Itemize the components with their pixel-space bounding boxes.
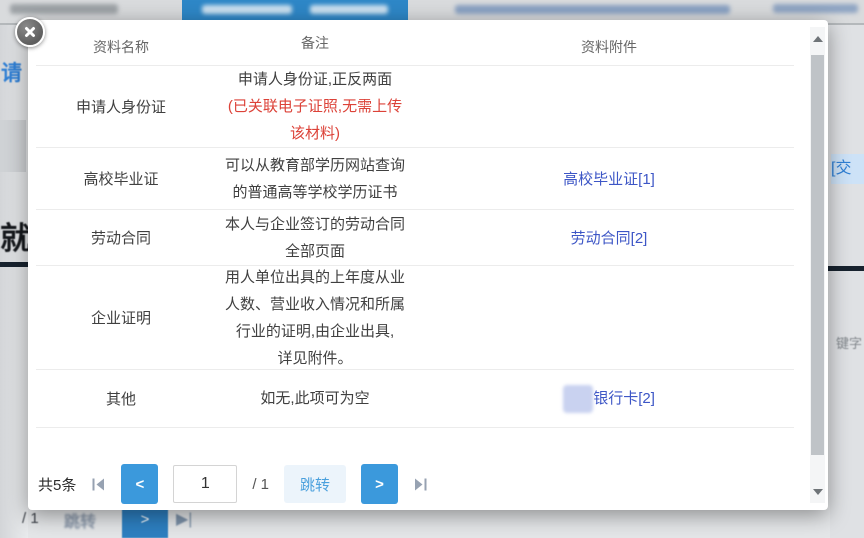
column-header-attachment: 资料附件 (424, 37, 794, 57)
material-remark: 如无,此项可为空 (206, 385, 424, 412)
scrollbar-thumb[interactable] (811, 55, 824, 455)
dialog-scrollbar[interactable] (810, 27, 825, 503)
remark-line: 全部页面 (206, 238, 424, 265)
background-tab-underline (828, 266, 864, 271)
remark-line-red: 该材料) (206, 120, 424, 147)
scroll-up-arrow-icon[interactable] (813, 36, 823, 42)
close-icon[interactable] (15, 17, 45, 47)
total-count-label: 共5条 (38, 474, 76, 495)
jump-button[interactable]: 跳转 (284, 465, 346, 503)
table-row: 其他 如无,此项可为空 银行卡[2] (36, 370, 794, 428)
background-page-fraction: / 1 (22, 510, 39, 527)
material-remark: 本人与企业签订的劳动合同 全部页面 (206, 211, 424, 265)
blurred-text (10, 4, 118, 14)
blurred-text (202, 5, 292, 14)
prev-page-button[interactable]: < (121, 464, 158, 504)
background-clipped-heading: 就 (0, 213, 31, 258)
background-last-page-icon: ▶| (176, 509, 192, 529)
attachment-link[interactable]: 劳动合同[2] (571, 230, 648, 247)
redacted-attachment-thumbnail (563, 385, 593, 413)
column-header-remark: 备注 (206, 30, 424, 57)
table-header-row: 资料名称 备注 资料附件 (36, 20, 794, 66)
material-remark: 可以从教育部学历网站查询 的普通高等学校学历证书 (206, 152, 424, 206)
remark-line: 详见附件。 (206, 345, 424, 372)
table-row: 劳动合同 本人与企业签订的劳动合同 全部页面 劳动合同[2] (36, 210, 794, 266)
material-name: 其他 (36, 388, 206, 409)
material-name: 高校毕业证 (36, 168, 206, 189)
material-remark: 申请人身份证,正反两面 (已关联电子证照,无需上传 该材料) (206, 66, 424, 147)
blurred-text (310, 5, 388, 14)
remark-line: 如无,此项可为空 (206, 385, 424, 412)
remark-line: 的普通高等学校学历证书 (206, 179, 424, 206)
page-total-label: / 1 (252, 476, 269, 493)
table-row: 申请人身份证 申请人身份证,正反两面 (已关联电子证照,无需上传 该材料) (36, 66, 794, 148)
remark-line: 申请人身份证,正反两面 (206, 66, 424, 93)
background-keyword-placeholder-fragment: 键字 (836, 333, 862, 352)
remark-line: 人数、营业收入情况和所属 (206, 291, 424, 318)
scroll-down-arrow-icon[interactable] (813, 489, 823, 495)
remark-line-red: (已关联电子证照,无需上传 (206, 93, 424, 120)
remark-line: 本人与企业签订的劳动合同 (206, 211, 424, 238)
materials-dialog: 资料名称 备注 资料附件 申请人身份证 申请人身份证,正反两面 (已关联电子证照… (28, 20, 828, 510)
remark-line: 可以从教育部学历网站查询 (206, 152, 424, 179)
background-panel-fragment (0, 120, 26, 172)
material-attachment-cell: 劳动合同[2] (424, 227, 794, 248)
background-jump-button: 跳转 (64, 508, 96, 532)
background-right-edge (830, 25, 864, 538)
attachment-link[interactable]: 银行卡[2] (593, 389, 655, 406)
materials-table: 资料名称 备注 资料附件 申请人身份证 申请人身份证,正反两面 (已关联电子证照… (36, 20, 794, 428)
table-row: 高校毕业证 可以从教育部学历网站查询 的普通高等学校学历证书 高校毕业证[1] (36, 148, 794, 210)
page-number-input[interactable] (173, 465, 237, 503)
pagination-bar: 共5条 < / 1 跳转 > (38, 463, 428, 505)
app-screen: 请 就 [交 键字 / 1 跳转 > ▶| 资料名称 备注 资料附件 申请人身份… (0, 0, 864, 538)
table-row: 企业证明 用人单位出具的上年度从业 人数、营业收入情况和所属 行业的证明,由企业… (36, 266, 794, 370)
next-page-button[interactable]: > (361, 464, 398, 504)
remark-line: 用人单位出具的上年度从业 (206, 264, 424, 291)
material-name: 申请人身份证 (36, 96, 206, 117)
material-name: 劳动合同 (36, 227, 206, 248)
last-page-icon[interactable] (413, 477, 428, 492)
background-left-edge (0, 25, 28, 538)
material-attachment-cell: 银行卡[2] (424, 385, 794, 413)
material-attachment-cell: 高校毕业证[1] (424, 168, 794, 189)
column-header-material-name: 资料名称 (36, 37, 206, 57)
first-page-icon[interactable] (91, 477, 106, 492)
background-tab-underline (0, 262, 28, 267)
blurred-text (773, 4, 858, 13)
material-remark: 用人单位出具的上年度从业 人数、营业收入情况和所属 行业的证明,由企业出具, 详… (206, 264, 424, 372)
blurred-text (455, 5, 730, 14)
attachment-link[interactable]: 高校毕业证[1] (563, 171, 655, 188)
background-submit-button-fragment: [交 (831, 154, 864, 184)
background-clipped-text: 请 (1, 57, 22, 87)
remark-line: 行业的证明,由企业出具, (206, 318, 424, 345)
material-name: 企业证明 (36, 307, 206, 328)
